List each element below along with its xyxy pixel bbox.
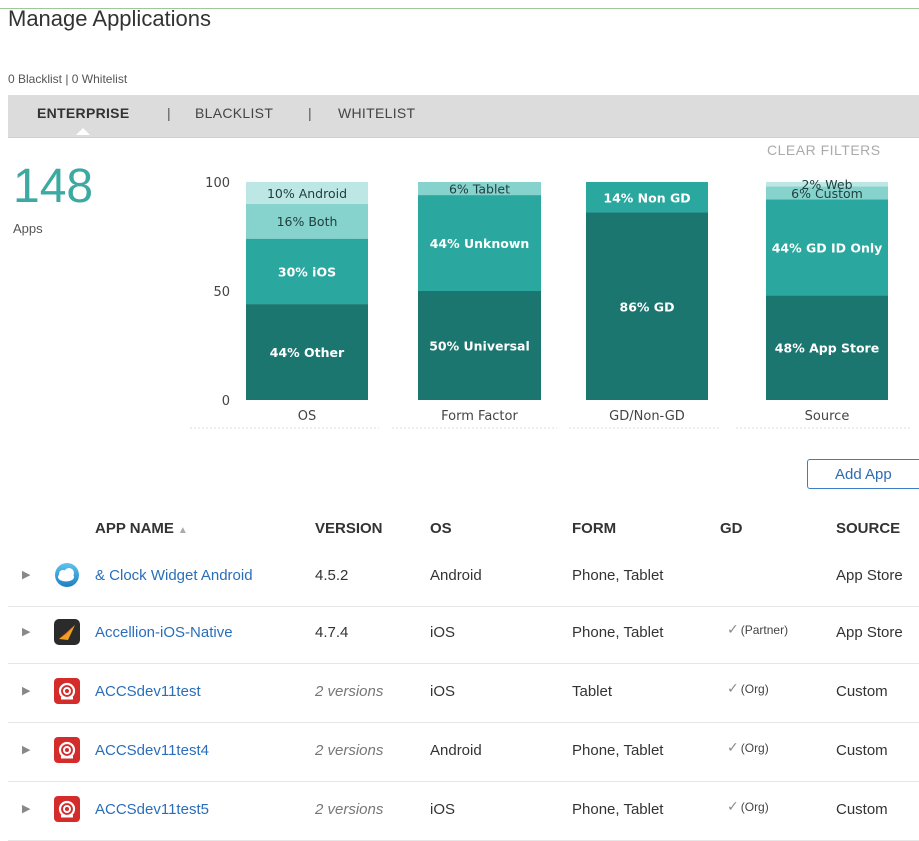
good-app-icon <box>54 737 80 763</box>
app-os: Android <box>430 567 482 584</box>
app-form: Tablet <box>572 683 613 700</box>
tab-enterprise[interactable]: ENTERPRISE <box>37 105 129 135</box>
app-version: 4.7.4 <box>315 624 349 641</box>
category-label: GD/Non-GD <box>609 409 685 424</box>
bar-segment-label: 30% iOS <box>278 264 336 279</box>
y-tick-label: 100 <box>205 176 230 191</box>
category-label: OS <box>298 409 316 424</box>
y-tick-label: 50 <box>213 285 230 300</box>
bar-segment-label: 86% GD <box>620 299 675 314</box>
gd-note: (Partner) <box>740 623 789 637</box>
good-app-icon <box>54 678 80 704</box>
add-app-button[interactable]: Add App <box>807 459 919 489</box>
tab-bar: ENTERPRISE | BLACKLIST | WHITELIST <box>8 95 919 138</box>
app-version: 2 versions <box>315 742 384 759</box>
category-label: Source <box>805 409 850 424</box>
table-row[interactable]: ▶ ACCSdev11test4 2 versions Android Phone, T… <box>8 722 919 782</box>
table-row[interactable]: ▶ ACCSdev11test5 2 versions iOS Phone, Table… <box>8 781 919 841</box>
app-version: 2 versions <box>315 801 384 818</box>
app-source: App Store <box>836 567 903 584</box>
app-form: Phone, Tablet <box>572 624 664 641</box>
app-version: 4.5.2 <box>315 567 349 584</box>
y-tick-label: 0 <box>222 394 230 409</box>
app-name-link[interactable]: ACCSdev11test <box>95 683 201 700</box>
weather-clock-widget-icon <box>54 562 80 588</box>
bar-segment-label: 2% Web <box>801 177 852 192</box>
gd-status: ✓ (Org) <box>727 680 769 698</box>
gd-note: (Org) <box>740 800 769 814</box>
column-header-gd[interactable]: GD <box>720 520 743 537</box>
list-summary: 0 Blacklist | 0 Whitelist <box>8 72 128 86</box>
bar-segment-label: 6% Tablet <box>449 182 510 197</box>
bar-segment-label: 14% Non GD <box>603 190 690 205</box>
column-header-source[interactable]: SOURCE <box>836 520 900 537</box>
accellion-app-icon <box>54 619 80 645</box>
app-source: Custom <box>836 801 888 818</box>
column-header-form[interactable]: FORM <box>572 520 616 537</box>
app-source: App Store <box>836 624 903 641</box>
gd-note: (Org) <box>740 741 769 755</box>
expand-row-icon[interactable]: ▶ <box>22 568 30 581</box>
checkmark-icon: ✓ <box>727 680 739 696</box>
checkmark-icon: ✓ <box>727 621 739 637</box>
app-name-link[interactable]: ACCSdev11test4 <box>95 742 209 759</box>
app-source: Custom <box>836 683 888 700</box>
checkmark-icon: ✓ <box>727 739 739 755</box>
app-name-link[interactable]: ACCSdev11test5 <box>95 801 209 818</box>
app-form: Phone, Tablet <box>572 567 664 584</box>
app-distribution-chart: 0 50 100 44% Other 30% iOS 16% Both 10% Androi… <box>190 176 912 429</box>
column-header-os[interactable]: OS <box>430 520 452 537</box>
bar-segment-label: 10% Android <box>267 186 347 201</box>
app-name-link[interactable]: Accellion-iOS-Native <box>95 624 233 641</box>
tab-whitelist[interactable]: WHITELIST <box>338 105 415 121</box>
gd-status: ✓ (Partner) <box>727 621 788 639</box>
bar-segment-label: 50% Universal <box>429 339 530 354</box>
app-os: iOS <box>430 624 456 641</box>
good-app-icon <box>54 796 80 822</box>
app-name-link[interactable]: & Clock Widget Android <box>95 567 253 584</box>
bar-segment-label: 44% Other <box>270 345 345 360</box>
sort-ascending-icon: ▲ <box>177 525 188 536</box>
tab-separator: | <box>167 105 171 121</box>
app-os: iOS <box>430 683 456 700</box>
column-header-app-name[interactable]: APP NAME ▲ <box>95 520 188 537</box>
bar-segment-label: 16% Both <box>277 214 338 229</box>
expand-row-icon[interactable]: ▶ <box>22 802 30 815</box>
app-os: Android <box>430 742 482 759</box>
checkmark-icon: ✓ <box>727 798 739 814</box>
bar-segment-label: 44% GD ID Only <box>772 240 883 255</box>
app-os: iOS <box>430 801 456 818</box>
tab-blacklist[interactable]: BLACKLIST <box>195 105 273 121</box>
page-title: Manage Applications <box>8 6 212 31</box>
table-row[interactable]: ▶ & Clock Widget Android 4.5.2 Android Phone… <box>8 547 919 607</box>
gd-status: ✓ (Org) <box>727 739 769 757</box>
bar-segment-label: 48% App Store <box>775 341 879 356</box>
expand-row-icon[interactable]: ▶ <box>22 625 30 638</box>
column-header-version[interactable]: VERSION <box>315 520 383 537</box>
table-row[interactable]: ▶ Accellion-iOS-Native 4.7.4 iOS Phone, Tabl… <box>8 604 919 664</box>
app-version: 2 versions <box>315 683 384 700</box>
expand-row-icon[interactable]: ▶ <box>22 743 30 756</box>
app-source: Custom <box>836 742 888 759</box>
expand-row-icon[interactable]: ▶ <box>22 684 30 697</box>
gd-status: ✓ (Org) <box>727 798 769 816</box>
category-label: Form Factor <box>441 409 518 424</box>
gd-note: (Org) <box>740 682 769 696</box>
app-form: Phone, Tablet <box>572 801 664 818</box>
app-form: Phone, Tablet <box>572 742 664 759</box>
tab-separator: | <box>308 105 312 121</box>
bar-segment-label: 44% Unknown <box>430 236 530 251</box>
clear-filters-link[interactable]: CLEAR FILTERS <box>767 142 881 158</box>
table-row[interactable]: ▶ ACCSdev11test 2 versions iOS Tablet ✓ (Org) C… <box>8 663 919 723</box>
